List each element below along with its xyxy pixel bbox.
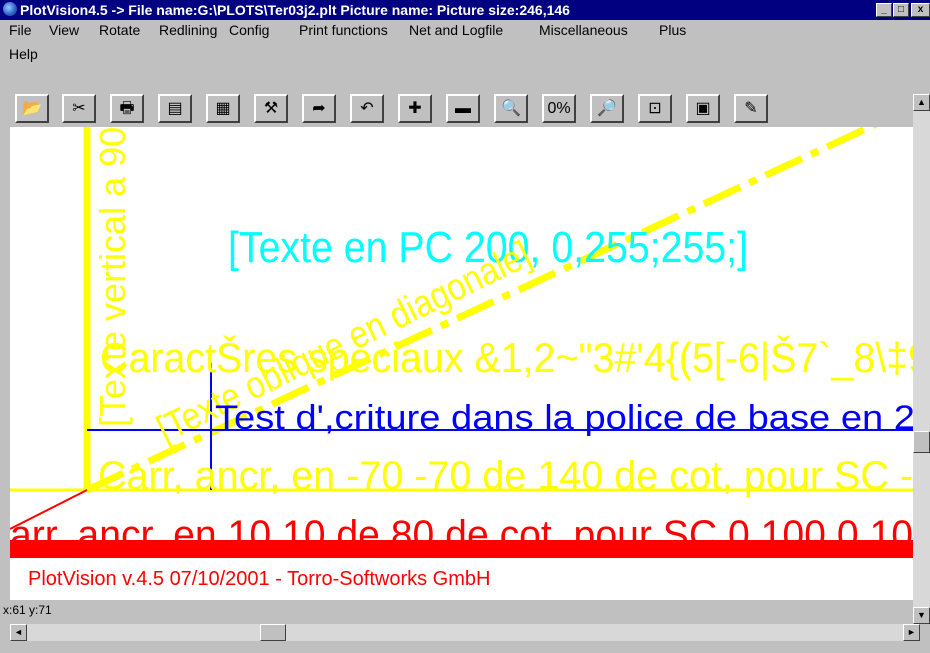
plot-canvas[interactable]: [Texte vertical a 90 [Texte en PC 200, 0…	[10, 127, 913, 600]
magnifier-button[interactable]: 🔍	[494, 94, 528, 123]
fit-window-button[interactable]: ⊡	[638, 94, 672, 123]
zoom-in-plus-button[interactable]: ✚	[398, 94, 432, 123]
fit-window-icon: ⊡	[648, 99, 662, 117]
scroll-right-button[interactable]: ►	[903, 624, 920, 641]
scroll-up-button[interactable]: ▲	[913, 94, 930, 111]
percent-button[interactable]: 0%	[542, 94, 576, 123]
toolbar: 📂 ✂ 🖶 ▤ ▦ ⚒ ➦ ↶ ✚ ▬ 🔍 0% 🔎 ⊡ ▣ ✎	[0, 94, 930, 126]
menu-print-functions[interactable]: Print functions	[299, 22, 388, 38]
menu-view[interactable]: View	[49, 22, 79, 38]
plotter-button[interactable]: ▦	[206, 94, 240, 123]
vertical-scroll-thumb[interactable]	[913, 431, 930, 453]
window-title: PlotVision4.5 -> File name:G:\PLOTS\Ter0…	[20, 2, 570, 18]
magnifier-icon: 🔍	[501, 99, 521, 117]
horizontal-scrollbar[interactable]: ◄ ►	[10, 624, 920, 641]
scroll-left-button[interactable]: ◄	[10, 624, 27, 641]
zoom-out-minus-icon: ▬	[455, 99, 471, 117]
redo-arrow-button[interactable]: ➦	[302, 94, 336, 123]
notes-icon: ✎	[744, 99, 758, 117]
print-preview-icon: ▤	[167, 99, 183, 117]
print-preview-button[interactable]: ▤	[158, 94, 192, 123]
menu-plus[interactable]: Plus	[659, 22, 686, 38]
title-bar[interactable]: PlotVision4.5 -> File name:G:\PLOTS\Ter0…	[0, 0, 930, 20]
maximize-button[interactable]: □	[893, 3, 909, 17]
menu-bar: File View Rotate Redlining Config Print …	[0, 20, 930, 64]
menu-file[interactable]: File	[9, 22, 32, 38]
minimize-button[interactable]: _	[876, 3, 892, 17]
menu-config[interactable]: Config	[229, 22, 269, 38]
text-vertical: [Texte vertical a 90	[92, 127, 133, 427]
cursor-coordinates: x:61 y:71	[3, 603, 52, 617]
horizontal-scroll-thumb[interactable]	[260, 624, 286, 641]
printer-button[interactable]: 🖶	[110, 94, 144, 123]
color-palette-button[interactable]: ▣	[686, 94, 720, 123]
scroll-down-button[interactable]: ▼	[913, 607, 930, 624]
plot-drawing: [Texte vertical a 90 [Texte en PC 200, 0…	[10, 127, 913, 590]
search-key-icon: 🔎	[597, 99, 617, 117]
menu-rotate[interactable]: Rotate	[99, 22, 140, 38]
close-button[interactable]: x	[911, 3, 930, 17]
menu-miscellaneous[interactable]: Miscellaneous	[539, 22, 628, 38]
menu-redlining[interactable]: Redlining	[159, 22, 217, 38]
notes-button[interactable]: ✎	[734, 94, 768, 123]
text-caracteres: CaractŠres speciaux &1,2~"3#'4{(5[-6|Š7`…	[100, 334, 913, 381]
tools-icon: ⚒	[263, 99, 279, 117]
zoom-out-minus-button[interactable]: ▬	[446, 94, 480, 123]
scissors-icon: ✂	[72, 99, 86, 117]
status-bar: x:61 y:71	[0, 600, 913, 622]
tools-button[interactable]: ⚒	[254, 94, 288, 123]
scissors-button[interactable]: ✂	[62, 94, 96, 123]
menu-help[interactable]: Help	[9, 46, 38, 62]
text-test: Test d',criture dans la police de base e…	[215, 399, 913, 437]
menu-net-logfile[interactable]: Net and Logfile	[409, 22, 503, 38]
red-bar	[10, 540, 913, 558]
undo-arrow-icon: ↶	[360, 99, 374, 117]
redo-arrow-icon: ➦	[312, 99, 326, 117]
open-folder-icon: 📂	[22, 99, 42, 117]
percent-icon: 0%	[547, 99, 571, 117]
plotter-icon: ▦	[215, 99, 231, 117]
text-carre-yellow: Carr, ancr, en -70 -70 de 140 de cot, po…	[98, 454, 913, 498]
search-key-button[interactable]: 🔎	[590, 94, 624, 123]
app-globe-icon[interactable]	[3, 2, 17, 16]
printer-icon: 🖶	[119, 99, 135, 117]
canvas-left-margin	[0, 127, 10, 600]
color-palette-icon: ▣	[695, 99, 711, 117]
vertical-scrollbar[interactable]: ▲ ▼	[913, 94, 930, 624]
text-footer: PlotVision v.4.5 07/10/2001 - Torro-Soft…	[28, 568, 490, 590]
open-folder-button[interactable]: 📂	[15, 94, 49, 123]
zoom-in-plus-icon: ✚	[408, 99, 422, 117]
undo-arrow-button[interactable]: ↶	[350, 94, 384, 123]
